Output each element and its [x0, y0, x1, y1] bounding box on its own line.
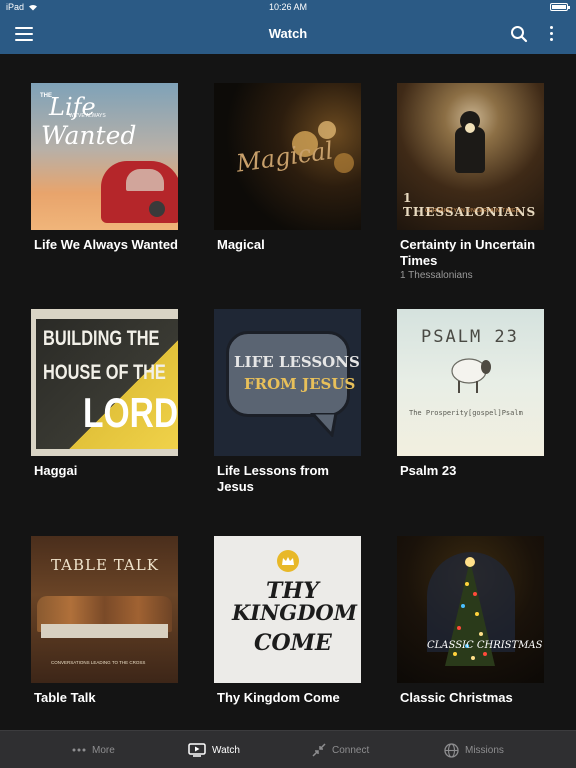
series-card-thy-kingdom-come[interactable]: THY KINGDOM COME Thy Kingdom Come	[214, 536, 364, 706]
art-text: 1 THESSALONIANS	[403, 191, 537, 219]
art-text: BUILDING THE	[43, 327, 160, 350]
series-title: Magical	[217, 237, 265, 252]
series-artwork: Magical	[214, 83, 361, 230]
series-card-classic-christmas[interactable]: CLASSIC CHRISTMAS Classic Christmas	[397, 536, 547, 706]
series-card-psalm-23[interactable]: PSALM 23 The Prosperity[gospel]Psalm Psa…	[397, 309, 547, 479]
art-text: CLASSIC CHRISTMAS	[427, 640, 543, 651]
art-text: Magical	[234, 136, 335, 178]
art-text: TABLE TALK	[51, 556, 159, 574]
series-artwork: TABLE TALK CONVERSATIONS LEADING TO THE …	[31, 536, 178, 683]
series-title: Classic Christmas	[400, 690, 513, 705]
series-artwork: BUILDING THE HOUSE OF THE LORD	[31, 309, 178, 456]
series-artwork: LIFE LESSONS FROM JESUS	[214, 309, 361, 456]
art-text: PSALM 23	[421, 327, 519, 347]
tab-label: Watch	[212, 744, 240, 756]
series-subtitle: 1 Thessalonians	[400, 270, 473, 281]
nav-bar: Watch	[0, 14, 576, 54]
series-title: Table Talk	[34, 690, 96, 705]
art-text: CONVERSATIONS LEADING TO THE CROSS	[51, 660, 146, 665]
tv-play-icon	[188, 743, 206, 757]
series-artwork: THY KINGDOM COME	[214, 536, 361, 683]
art-text: CERTAINTY IN UNCERTAIN TIMES	[425, 208, 520, 214]
art-text: The Prosperity[gospel]Psalm	[409, 409, 523, 417]
tab-watch[interactable]: Watch	[188, 742, 240, 758]
tab-missions[interactable]: Missions	[444, 742, 504, 758]
art-text: WE'VE ALWAYS	[69, 113, 106, 119]
globe-icon	[444, 742, 459, 758]
series-card-haggai[interactable]: BUILDING THE HOUSE OF THE LORD Haggai	[31, 309, 181, 479]
speech-tail-icon	[310, 413, 338, 437]
tab-label: Missions	[465, 744, 504, 756]
series-artwork: THE Life WE'VE ALWAYS Wanted	[31, 83, 178, 230]
series-title: Psalm 23	[400, 463, 457, 478]
series-title: Thy Kingdom Come	[217, 690, 340, 705]
series-artwork: 1 THESSALONIANS CERTAINTY IN UNCERTAIN T…	[397, 83, 544, 230]
tab-label: More	[92, 744, 115, 756]
more-dots-icon	[72, 748, 86, 752]
status-bar: iPad 10:26 AM	[0, 0, 576, 14]
series-artwork: PSALM 23 The Prosperity[gospel]Psalm	[397, 309, 544, 456]
crown-icon	[282, 557, 294, 565]
sheep-icon	[451, 358, 491, 393]
art-text: Wanted	[41, 121, 137, 150]
art-text: KINGDOM	[232, 600, 357, 625]
series-card-magical[interactable]: Magical Magical	[214, 83, 364, 253]
status-time: 10:26 AM	[268, 2, 308, 12]
series-title: Haggai	[34, 463, 78, 478]
series-card-life-we-always-wanted[interactable]: THE Life WE'VE ALWAYS Wanted Life We Alw…	[31, 83, 181, 253]
art-text: FROM JESUS	[244, 375, 356, 393]
art-text: COME	[254, 630, 332, 656]
series-title: Life Lessons from Jesus	[217, 463, 329, 494]
page-title: Watch	[268, 26, 308, 41]
christmas-tree-icon	[445, 557, 495, 666]
series-grid: THE Life WE'VE ALWAYS Wanted Life We Alw…	[0, 54, 576, 730]
tab-bar: More Watch Connect Missions	[0, 730, 576, 768]
tab-more[interactable]: More	[72, 742, 115, 758]
overflow-menu-icon[interactable]	[545, 24, 557, 44]
tab-connect[interactable]: Connect	[312, 742, 369, 758]
art-text: HOUSE OF THE	[43, 361, 166, 384]
search-icon[interactable]	[510, 25, 528, 43]
tab-label: Connect	[332, 744, 370, 756]
series-card-life-lessons[interactable]: LIFE LESSONS FROM JESUS Life Lessons fro…	[214, 309, 364, 495]
series-artwork: CLASSIC CHRISTMAS	[397, 536, 544, 683]
battery-icon	[550, 3, 570, 11]
connect-arrows-icon	[312, 743, 326, 757]
series-card-certainty[interactable]: 1 THESSALONIANS CERTAINTY IN UNCERTAIN T…	[397, 83, 547, 281]
series-title: Life We Always Wanted	[34, 237, 178, 252]
art-text: LORD	[83, 389, 178, 436]
art-text: LIFE LESSONS	[234, 353, 360, 371]
series-title: Certainty in Uncertain Times	[400, 237, 536, 268]
series-card-table-talk[interactable]: TABLE TALK CONVERSATIONS LEADING TO THE …	[31, 536, 181, 706]
